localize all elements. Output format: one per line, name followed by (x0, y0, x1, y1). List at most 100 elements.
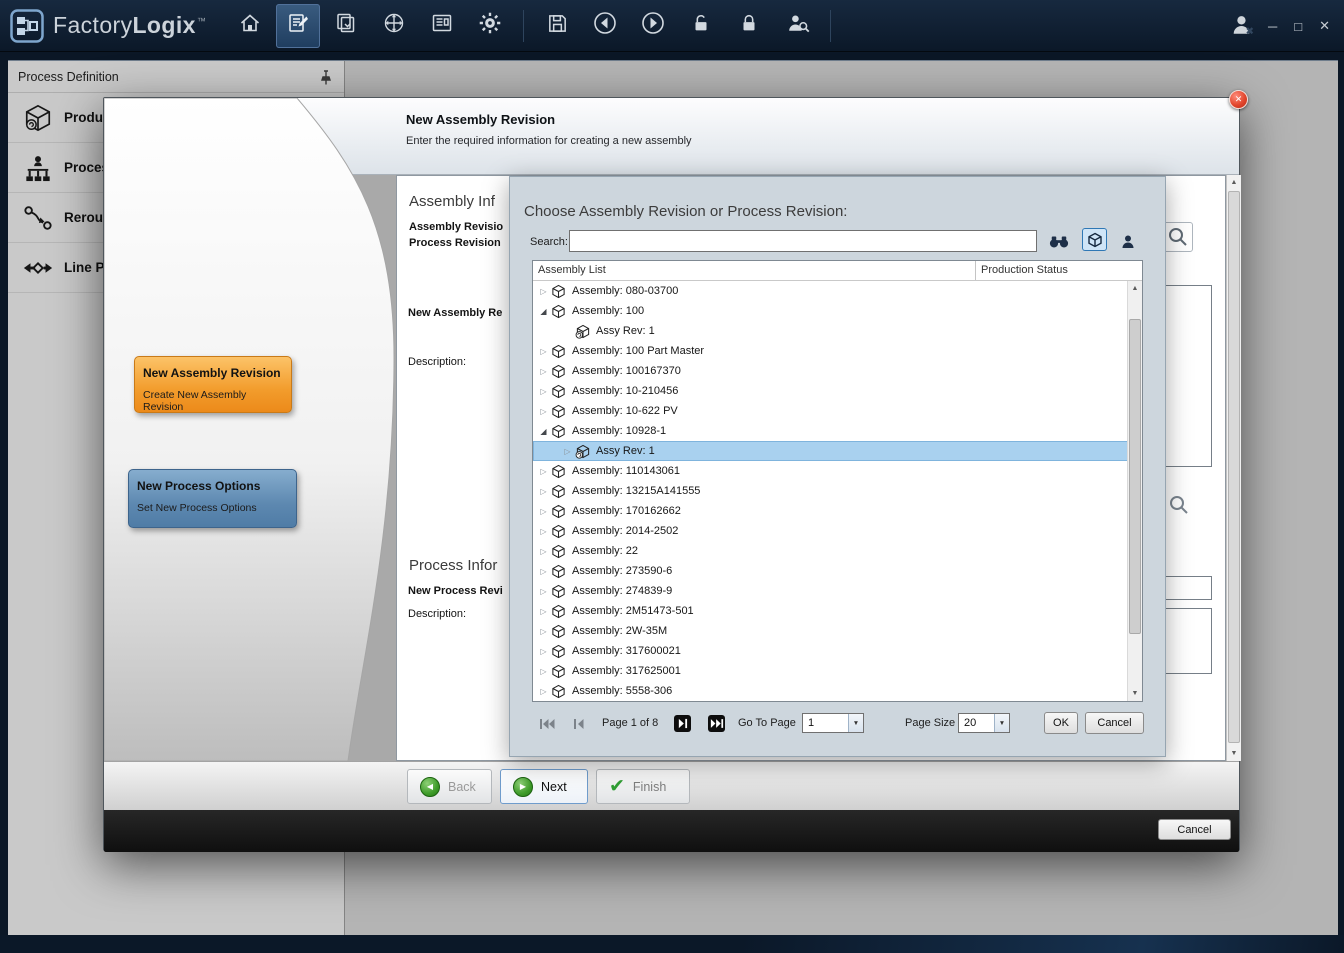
dialog-close-button[interactable]: ✕ (1229, 90, 1248, 109)
collapse-arrow-icon[interactable]: ◢ (537, 307, 550, 316)
expand-arrow-icon[interactable]: ▷ (537, 527, 550, 536)
list-item[interactable]: ▷Assembly: 273590-6 (533, 561, 1128, 581)
unlock-button[interactable] (679, 4, 723, 48)
app-title: FactoryLogix™ (53, 12, 206, 39)
expand-arrow-icon[interactable]: ▷ (537, 287, 550, 296)
dialog-cancel-button[interactable]: Cancel (1158, 819, 1231, 840)
column-divider[interactable] (975, 261, 976, 280)
maximize-button[interactable]: □ (1294, 19, 1302, 34)
assembly-icon (551, 404, 568, 419)
list-item[interactable]: ▷Assembly: 2M51473-501 (533, 601, 1128, 621)
scroll-down-icon[interactable]: ▼ (1128, 686, 1142, 701)
list-scrollbar[interactable]: ▲ ▼ (1127, 281, 1142, 701)
first-page-button[interactable] (539, 718, 555, 730)
step-new-assembly-revision[interactable]: New Assembly Revision Create New Assembl… (134, 356, 292, 413)
scrollbar-thumb[interactable] (1129, 319, 1141, 634)
page-size-label: Page Size (905, 717, 955, 729)
expand-arrow-icon[interactable]: ▷ (537, 507, 550, 516)
report-button[interactable] (420, 4, 464, 48)
popup-cancel-button[interactable]: Cancel (1085, 712, 1144, 734)
find-user-button[interactable] (775, 4, 819, 48)
search-icon[interactable] (1168, 494, 1190, 521)
navigate-button[interactable] (372, 4, 416, 48)
forward-button[interactable] (631, 4, 675, 48)
list-item[interactable]: ▷Assembly: 10-210456 (533, 381, 1128, 401)
search-icon (1167, 226, 1189, 248)
list-item[interactable]: ▷Assembly: 13215A141555 (533, 481, 1128, 501)
back-button[interactable] (583, 4, 627, 48)
line-icon (22, 256, 54, 280)
expand-arrow-icon[interactable]: ▷ (537, 587, 550, 596)
assembly-filter-button[interactable] (1082, 228, 1107, 251)
list-item[interactable]: ▷Assembly: 317625001 (533, 661, 1128, 681)
wizard-scrollbar[interactable]: ▲ ▼ (1226, 175, 1241, 761)
pin-icon[interactable] (320, 69, 332, 89)
ok-button[interactable]: OK (1044, 712, 1078, 734)
sign-out-user-icon[interactable] (1229, 12, 1256, 44)
expand-arrow-icon[interactable]: ▷ (537, 687, 550, 696)
column-assembly-list[interactable]: Assembly List (538, 264, 606, 276)
home-button[interactable] (228, 4, 272, 48)
customer-filter-button[interactable] (1115, 230, 1140, 253)
list-item[interactable]: ▷Assembly: 170162662 (533, 501, 1128, 521)
minimize-button[interactable]: ─ (1268, 19, 1277, 34)
list-item[interactable]: ▷Assembly: 2014-2502 (533, 521, 1128, 541)
expand-arrow-icon[interactable]: ▷ (561, 447, 574, 456)
list-item[interactable]: ▷Assembly: 22 (533, 541, 1128, 561)
list-item[interactable]: ▷Assembly: 100 Part Master (533, 341, 1128, 361)
page-size-select[interactable]: 20 ▼ (958, 713, 1010, 733)
list-item[interactable]: ▷Assembly: 317600021 (533, 641, 1128, 661)
settings-button[interactable] (468, 4, 512, 48)
list-item[interactable]: ▷Assy Rev: 1 (533, 441, 1128, 461)
list-item[interactable]: ▷Assembly: 100167370 (533, 361, 1128, 381)
wizard-footer: ◀ Back ▶ Next ✔ Finish (104, 761, 1239, 810)
list-item[interactable]: ◢Assembly: 100 (533, 301, 1128, 321)
list-item[interactable]: ◢Assembly: 10928-1 (533, 421, 1128, 441)
window-controls: ─ □ ✕ (1268, 0, 1330, 52)
expand-arrow-icon[interactable]: ▷ (537, 367, 550, 376)
lock-button[interactable] (727, 4, 771, 48)
list-item[interactable]: ▷Assembly: 274839-9 (533, 581, 1128, 601)
close-window-button[interactable]: ✕ (1319, 18, 1330, 34)
edit-button[interactable] (276, 4, 320, 48)
list-item[interactable]: ▷Assembly: 10-622 PV (533, 401, 1128, 421)
next-button[interactable]: ▶ Next (500, 769, 588, 804)
lock-icon (738, 11, 760, 40)
list-item[interactable]: ▷Assembly: 110143061 (533, 461, 1128, 481)
scrollbar-thumb[interactable] (1228, 191, 1240, 743)
list-item[interactable]: ▷Assembly: 5558-306 (533, 681, 1128, 701)
scroll-down-icon[interactable]: ▼ (1227, 746, 1241, 761)
chevron-down-icon[interactable]: ▼ (994, 714, 1009, 732)
scroll-up-icon[interactable]: ▲ (1128, 281, 1142, 296)
back-button[interactable]: ◀ Back (407, 769, 492, 804)
expand-arrow-icon[interactable]: ▷ (537, 567, 550, 576)
column-production-status[interactable]: Production Status (981, 264, 1068, 276)
next-page-button[interactable] (674, 715, 691, 732)
search-input[interactable] (569, 230, 1037, 252)
expand-arrow-icon[interactable]: ▷ (537, 467, 550, 476)
scroll-up-icon[interactable]: ▲ (1227, 175, 1241, 190)
binoculars-filter-button[interactable] (1046, 230, 1071, 253)
save-button[interactable] (535, 4, 579, 48)
chevron-down-icon[interactable]: ▼ (848, 714, 863, 732)
expand-arrow-icon[interactable]: ▷ (537, 667, 550, 676)
last-page-button[interactable] (708, 715, 725, 732)
expand-arrow-icon[interactable]: ▷ (537, 547, 550, 556)
expand-arrow-icon[interactable]: ▷ (537, 347, 550, 356)
expand-arrow-icon[interactable]: ▷ (537, 387, 550, 396)
expand-arrow-icon[interactable]: ▷ (537, 607, 550, 616)
previous-page-button[interactable] (573, 718, 585, 730)
expand-arrow-icon[interactable]: ▷ (537, 627, 550, 636)
goto-page-select[interactable]: 1 ▼ (802, 713, 864, 733)
collapse-arrow-icon[interactable]: ◢ (537, 427, 550, 436)
step-new-process-options[interactable]: New Process Options Set New Process Opti… (128, 469, 297, 528)
finish-button[interactable]: ✔ Finish (596, 769, 690, 804)
list-item[interactable]: Assy Rev: 1 (533, 321, 1128, 341)
list-item[interactable]: ▷Assembly: 080-03700 (533, 281, 1128, 301)
expand-arrow-icon[interactable]: ▷ (537, 487, 550, 496)
transfer-button[interactable] (324, 4, 368, 48)
expand-arrow-icon[interactable]: ▷ (537, 647, 550, 656)
list-item[interactable]: ▷Assembly: 2W-35M (533, 621, 1128, 641)
expand-arrow-icon[interactable]: ▷ (537, 407, 550, 416)
assembly-search-button[interactable] (1163, 222, 1193, 252)
